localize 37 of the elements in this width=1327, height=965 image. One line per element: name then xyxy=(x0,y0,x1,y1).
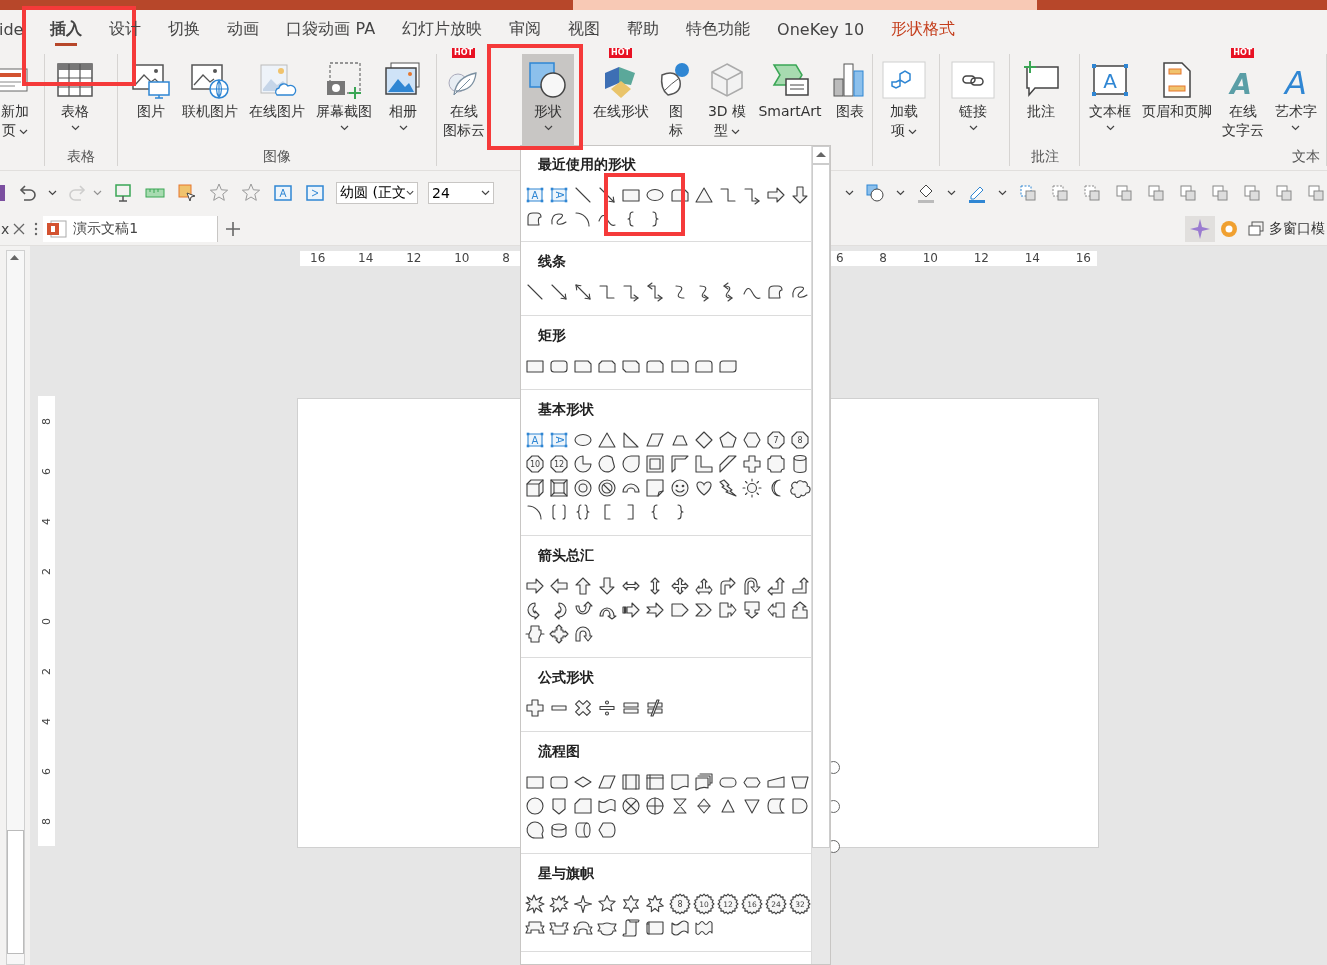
hot-badge: HOT xyxy=(452,48,475,58)
group-label: 文本 xyxy=(1292,147,1320,166)
ruler-number: 12 xyxy=(406,251,422,266)
ruler-number: 8 xyxy=(40,817,53,825)
ruler-number: 6 xyxy=(836,251,844,266)
section-title: 矩形 xyxy=(537,326,567,344)
ruler-number: 16 xyxy=(310,251,326,266)
ruler-number: 12 xyxy=(973,251,989,266)
section-title: 公式形状 xyxy=(537,668,595,686)
ruler-number: 6 xyxy=(40,767,53,775)
ruler-number: 14 xyxy=(358,251,374,266)
ruler-number: 16 xyxy=(1075,251,1091,266)
ruler-number: 8 xyxy=(502,251,510,266)
section-title: 最近使用的形状 xyxy=(537,155,637,173)
group-label: 表格 xyxy=(67,147,95,166)
ruler-number: 4 xyxy=(40,517,53,525)
ruler-number: 14 xyxy=(1024,251,1040,266)
section-title: 箭头总汇 xyxy=(537,546,595,564)
ruler-number: 10 xyxy=(454,251,470,266)
ruler-number: 10 xyxy=(922,251,938,266)
hot-badge: HOT xyxy=(609,48,632,58)
wordart-icon: A xyxy=(1275,61,1316,99)
ruler-number: 6 xyxy=(40,467,53,475)
section-title: 线条 xyxy=(537,252,567,270)
ruler-number: 0 xyxy=(40,617,53,625)
ruler-number: 8 xyxy=(40,417,53,425)
ruler-number: 4 xyxy=(40,717,53,725)
group-label: 批注 xyxy=(1030,147,1059,166)
section-title: 流程图 xyxy=(537,742,581,760)
ruler-number: 2 xyxy=(40,567,53,575)
ruler-number: 8 xyxy=(879,251,887,266)
section-title: 星与旗帜 xyxy=(537,864,595,882)
hot-badge: HOT xyxy=(1231,48,1255,58)
ruler-number: 2 xyxy=(40,667,53,675)
section-title: 基本形状 xyxy=(537,400,595,418)
wordcloud-icon: A xyxy=(1223,61,1264,99)
group-label: 图像 xyxy=(263,147,291,166)
